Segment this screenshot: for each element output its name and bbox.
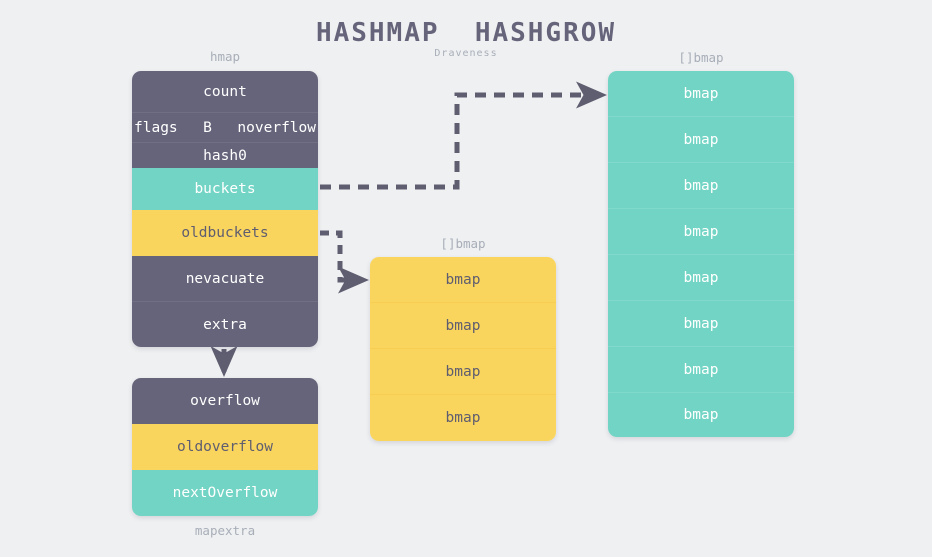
hmap-label: hmap bbox=[209, 49, 241, 64]
old-bmap-cell-label: bmap bbox=[445, 410, 481, 426]
mapextra-row-nextoverflow[interactable]: nextOverflow bbox=[132, 470, 318, 516]
new-bmap-cell-label: bmap bbox=[683, 223, 719, 240]
new-bmap-cell[interactable]: bmap bbox=[608, 393, 794, 437]
hmap-row-flags-b-noverflow[interactable]: flags B noverflow bbox=[132, 113, 318, 143]
new-bmap-cell-label: bmap bbox=[683, 269, 719, 286]
hmap-row-hash0-label: hash0 bbox=[203, 147, 247, 164]
old-bmap-cell-label: bmap bbox=[445, 317, 481, 334]
mapextra-label: mapextra bbox=[194, 523, 256, 538]
hmap-cell-b: B bbox=[203, 119, 212, 136]
mapextra-row-oldoverflow[interactable]: oldoverflow bbox=[132, 424, 318, 470]
new-bmap-cell-label: bmap bbox=[683, 131, 719, 148]
hmap-row-extra[interactable]: extra bbox=[132, 302, 318, 347]
hmap-row-extra-label: extra bbox=[203, 316, 247, 333]
mapextra-row-overflow-label: overflow bbox=[190, 393, 260, 409]
new-bmap-cell[interactable]: bmap bbox=[608, 71, 794, 117]
old-bmap-cell[interactable]: bmap bbox=[370, 395, 556, 441]
old-bmap-array-label: []bmap bbox=[440, 236, 486, 251]
arrow-oldbuckets-to-old-bmap bbox=[320, 230, 370, 294]
page-title: HASHMAP HASHGROW bbox=[315, 18, 617, 48]
old-bmap-cell[interactable]: bmap bbox=[370, 303, 556, 349]
hmap-row-nevacuate-label: nevacuate bbox=[185, 270, 265, 287]
hmap-box: count flags B noverflow hash0 buckets ol… bbox=[132, 71, 318, 347]
new-bmap-cell[interactable]: bmap bbox=[608, 347, 794, 393]
hmap-row-hash0[interactable]: hash0 bbox=[132, 143, 318, 168]
new-bmap-cell-label: bmap bbox=[683, 315, 719, 332]
new-bmap-cell[interactable]: bmap bbox=[608, 117, 794, 163]
new-bmap-cell[interactable]: bmap bbox=[608, 163, 794, 209]
hmap-row-nevacuate[interactable]: nevacuate bbox=[132, 256, 318, 302]
mapextra-row-oldoverflow-label: oldoverflow bbox=[176, 439, 274, 455]
old-bmap-cell[interactable]: bmap bbox=[370, 349, 556, 395]
hmap-cell-flags: flags bbox=[134, 119, 178, 136]
hmap-row-count[interactable]: count bbox=[132, 71, 318, 113]
new-bmap-array-label: []bmap bbox=[678, 50, 724, 65]
new-bmap-cell[interactable]: bmap bbox=[608, 301, 794, 347]
new-bmap-array-box: bmap bmap bmap bmap bmap bmap bmap bmap bbox=[608, 71, 794, 437]
hmap-row-buckets-label: buckets bbox=[194, 181, 256, 197]
new-bmap-cell-label: bmap bbox=[683, 361, 719, 378]
mapextra-row-overflow[interactable]: overflow bbox=[132, 378, 318, 424]
new-bmap-cell[interactable]: bmap bbox=[608, 209, 794, 255]
new-bmap-cell-label: bmap bbox=[683, 177, 719, 194]
mapextra-row-nextoverflow-label: nextOverflow bbox=[172, 485, 278, 501]
new-bmap-cell-label: bmap bbox=[683, 85, 719, 102]
hmap-row-buckets[interactable]: buckets bbox=[132, 168, 318, 210]
old-bmap-array-box: bmap bmap bmap bmap bbox=[370, 257, 556, 441]
hmap-row-oldbuckets-label: oldbuckets bbox=[181, 225, 269, 241]
old-bmap-cell-label: bmap bbox=[445, 271, 481, 288]
diagram-canvas: HASHMAP HASHGROW Draveness hmap count fl… bbox=[0, 0, 932, 557]
old-bmap-cell-label: bmap bbox=[445, 363, 481, 380]
old-bmap-cell[interactable]: bmap bbox=[370, 257, 556, 303]
arrow-buckets-to-new-bmap bbox=[320, 81, 608, 190]
new-bmap-cell[interactable]: bmap bbox=[608, 255, 794, 301]
hmap-cell-noverflow: noverflow bbox=[237, 119, 316, 136]
mapextra-box: overflow oldoverflow nextOverflow bbox=[132, 378, 318, 516]
hmap-row-oldbuckets[interactable]: oldbuckets bbox=[132, 210, 318, 256]
new-bmap-cell-label: bmap bbox=[683, 407, 719, 423]
hmap-row-count-label: count bbox=[203, 83, 247, 100]
